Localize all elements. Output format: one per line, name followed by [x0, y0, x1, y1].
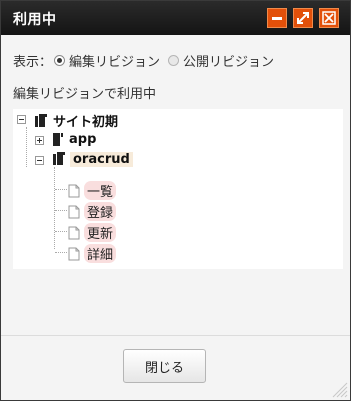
tree-node-label: app [69, 131, 97, 147]
site-icon [35, 113, 47, 127]
page-icon [68, 205, 80, 218]
maximize-button[interactable] [293, 8, 313, 28]
tree-expand-toggle[interactable] [35, 136, 44, 145]
radio-edit-revision[interactable] [54, 55, 66, 66]
tree-connector [55, 210, 67, 211]
tree-leaf[interactable]: 登録 [68, 202, 117, 221]
display-mode-row: 表示： 編集リビジョン 公開リビジョン [13, 51, 280, 70]
minimize-icon [272, 17, 282, 20]
tree-leaf[interactable]: 一覧 [68, 181, 117, 200]
app-icon [53, 152, 65, 165]
tree-node-root[interactable]: サイト初期 [33, 111, 118, 130]
usage-tree: サイト初期 app oracrud 一覧 登録 更新 詳細 [13, 109, 343, 269]
tree-collapse-toggle[interactable] [35, 156, 44, 165]
resize-grip-icon[interactable] [330, 380, 348, 398]
usage-dialog: 利用中 表示： 編集リビジョン 公開リビジョン 編集リビジョンで利用中 サイト初… [0, 0, 351, 401]
tree-leaf-label: 更新 [84, 223, 117, 242]
tree-leaf-label: 詳細 [84, 244, 117, 263]
tree-node-label: サイト初期 [53, 115, 119, 130]
minimize-button[interactable] [267, 8, 287, 28]
tree-leaf-label: 一覧 [84, 181, 117, 200]
tree-collapse-toggle[interactable] [17, 115, 26, 124]
display-label: 表示： [13, 55, 53, 70]
tree-node-label: oracrud [70, 151, 133, 167]
dialog-footer: 閉じる [1, 335, 350, 400]
close-icon [322, 11, 336, 25]
close-button[interactable]: 閉じる [123, 349, 206, 383]
page-icon [68, 184, 80, 197]
page-icon [68, 247, 80, 260]
tree-connector [55, 252, 67, 253]
tree-leaf[interactable]: 更新 [68, 223, 117, 242]
dialog-content: 表示： 編集リビジョン 公開リビジョン 編集リビジョンで利用中 サイト初期 ap… [1, 35, 350, 335]
tree-connector [54, 167, 55, 249]
tree-connector [26, 127, 27, 167]
maximize-icon [297, 12, 309, 24]
tree-connector [55, 189, 67, 190]
tree-node-app[interactable]: app [51, 131, 96, 147]
tree-leaf[interactable]: 詳細 [68, 244, 117, 263]
status-text: 編集リビジョンで利用中 [13, 87, 157, 102]
radio-edit-revision-label[interactable]: 編集リビジョン [69, 51, 160, 70]
dialog-titlebar[interactable]: 利用中 [1, 1, 350, 35]
close-window-button[interactable] [319, 8, 339, 28]
radio-public-revision[interactable] [168, 55, 180, 66]
tree-node-oracrud[interactable]: oracrud [51, 151, 133, 167]
dialog-title: 利用中 [13, 12, 57, 28]
page-icon [68, 226, 80, 239]
tree-connector [55, 231, 67, 232]
app-icon [53, 133, 63, 146]
tree-leaf-label: 登録 [84, 202, 117, 221]
radio-public-revision-label[interactable]: 公開リビジョン [183, 51, 274, 70]
